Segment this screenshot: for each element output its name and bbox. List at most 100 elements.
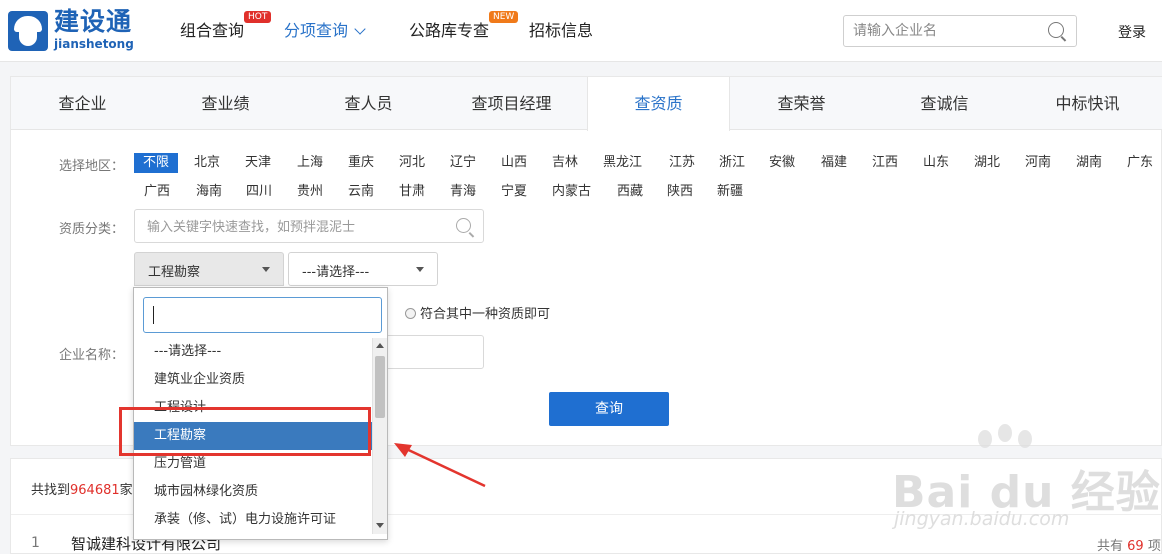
found-suffix: 家 — [119, 483, 133, 498]
search-icon[interactable] — [1048, 22, 1064, 38]
found-prefix: 共找到 — [31, 483, 71, 498]
annotation-highlight-box — [119, 407, 371, 456]
tab-performance[interactable]: 查业绩 — [154, 77, 297, 130]
logo[interactable]: 建设通 jianshetong — [8, 8, 148, 54]
tab-project-manager[interactable]: 查项目经理 — [440, 77, 583, 130]
tab-qualification[interactable]: 查资质 — [587, 77, 730, 131]
tab-bid-news[interactable]: 中标快讯 — [1016, 77, 1159, 130]
region-option[interactable]: 山东 — [923, 153, 949, 173]
tab-personnel[interactable]: 查人员 — [297, 77, 440, 130]
baidu-watermark: Bai du 经验 jingyan.baidu.com — [880, 420, 1160, 550]
region-option[interactable]: 福建 — [821, 153, 847, 173]
region-option[interactable]: 江苏 — [669, 153, 695, 173]
region-option[interactable]: 天津 — [245, 153, 271, 173]
region-option[interactable]: 甘肃 — [399, 182, 425, 202]
region-option[interactable]: 四川 — [246, 182, 272, 202]
region-option[interactable]: 内蒙古 — [552, 182, 591, 202]
new-badge: NEW — [489, 11, 519, 23]
watermark-url: jingyan.baidu.com — [894, 508, 1070, 530]
dropdown-option[interactable]: 建筑业企业资质 — [134, 366, 372, 394]
tab-company[interactable]: 查企业 — [11, 77, 154, 130]
region-option[interactable]: 广西 — [144, 182, 170, 202]
region-option[interactable]: 不限 — [134, 153, 179, 173]
chevron-down-icon — [354, 23, 366, 35]
paw-icon — [1018, 430, 1032, 448]
top-header: 建设通 jianshetong 组合查询 HOT 分项查询 公路库专查 NEW … — [0, 0, 1162, 62]
nav-label: 公路库专查 — [409, 21, 490, 40]
caret-down-icon — [416, 267, 424, 272]
region-option[interactable]: 浙江 — [719, 153, 745, 173]
text-cursor — [153, 306, 154, 324]
region-option[interactable]: 河北 — [399, 153, 425, 173]
caret-down-icon — [262, 267, 270, 272]
region-option[interactable]: 云南 — [348, 182, 374, 202]
dropdown-option[interactable]: 承装（修、试）电力设施许可证 — [134, 506, 372, 534]
select-value: ---请选择--- — [302, 265, 370, 280]
qualification-subcategory-select[interactable]: ---请选择--- — [288, 252, 438, 286]
paw-icon — [998, 424, 1012, 442]
region-option[interactable]: 湖南 — [1076, 153, 1102, 173]
dropdown-scrollbar[interactable] — [372, 338, 387, 534]
region-option[interactable]: 西藏 — [617, 182, 643, 202]
dropdown-search-input[interactable] — [152, 306, 372, 326]
paw-icon — [978, 430, 992, 448]
row-index: 1 — [31, 535, 40, 551]
dropdown-option[interactable]: ---请选择--- — [134, 338, 372, 366]
region-option[interactable]: 青海 — [450, 182, 476, 202]
company-name-input[interactable] — [381, 335, 484, 369]
search-icon[interactable] — [456, 218, 471, 233]
logo-subtitle: jianshetong — [54, 37, 134, 51]
nav-label: 组合查询 — [180, 21, 245, 40]
scroll-up-icon[interactable] — [376, 343, 384, 348]
qualification-keyword-input[interactable] — [147, 217, 447, 237]
region-option[interactable]: 黑龙江 — [603, 153, 642, 173]
region-option[interactable]: 安徽 — [769, 153, 795, 173]
hot-badge: HOT — [244, 11, 272, 23]
company-search — [843, 15, 1077, 47]
tab-credit[interactable]: 查诚信 — [873, 77, 1016, 130]
region-option[interactable]: 北京 — [194, 153, 220, 173]
nav-highway-query[interactable]: 公路库专查 — [409, 20, 489, 42]
region-option[interactable]: 宁夏 — [501, 182, 527, 202]
select-value: 工程勘察 — [148, 265, 201, 280]
region-option[interactable]: 陕西 — [667, 182, 693, 202]
helmet-icon — [8, 11, 48, 51]
scroll-thumb[interactable] — [375, 356, 385, 418]
tab-honor[interactable]: 查荣誉 — [730, 77, 873, 130]
region-option[interactable]: 贵州 — [297, 182, 323, 202]
dropdown-option[interactable]: 城市园林绿化资质 — [134, 478, 372, 506]
region-option[interactable]: 吉林 — [552, 153, 578, 173]
region-option[interactable]: 重庆 — [348, 153, 374, 173]
company-search-input[interactable] — [853, 21, 1038, 41]
results-count: 共找到964681家 — [31, 479, 133, 498]
radio-label: 符合其中一种资质即可 — [420, 307, 551, 322]
search-tabs: 查企业 查业绩 查人员 查项目经理 查资质 查荣誉 查诚信 中标快讯 — [11, 77, 1162, 131]
region-option[interactable]: 辽宁 — [450, 153, 476, 173]
query-button[interactable]: 查询 — [549, 392, 669, 426]
region-option[interactable]: 海南 — [196, 182, 222, 202]
found-count: 964681 — [70, 483, 120, 498]
nav-label: 分项查询 — [284, 21, 349, 40]
qualification-label: 资质分类： — [59, 222, 125, 237]
annotation-arrow-icon — [394, 443, 486, 488]
region-option[interactable]: 江西 — [872, 153, 898, 173]
nav-combined-query[interactable]: 组合查询 — [180, 20, 244, 42]
login-link[interactable]: 登录 — [1118, 22, 1146, 42]
region-option[interactable]: 上海 — [297, 153, 323, 173]
nav-item-query[interactable]: 分项查询 — [284, 20, 366, 42]
logo-title: 建设通 — [54, 7, 133, 36]
scroll-down-icon[interactable] — [376, 523, 384, 528]
dropdown-search — [143, 297, 382, 333]
region-option[interactable]: 河南 — [1025, 153, 1051, 173]
region-option[interactable]: 湖北 — [974, 153, 1000, 173]
region-option[interactable]: 广东 — [1127, 153, 1153, 173]
region-option[interactable]: 新疆 — [717, 182, 743, 202]
qualification-category-select[interactable]: 工程勘察 — [134, 252, 284, 286]
radio-button[interactable] — [405, 308, 416, 319]
nav-bidding-info[interactable]: 招标信息 — [529, 20, 593, 42]
region-option[interactable]: 山西 — [501, 153, 527, 173]
nav-label: 招标信息 — [529, 21, 594, 40]
region-label: 选择地区： — [59, 159, 125, 174]
match-any-option[interactable]: 符合其中一种资质即可 — [405, 303, 550, 322]
qualification-keyword — [134, 209, 484, 243]
